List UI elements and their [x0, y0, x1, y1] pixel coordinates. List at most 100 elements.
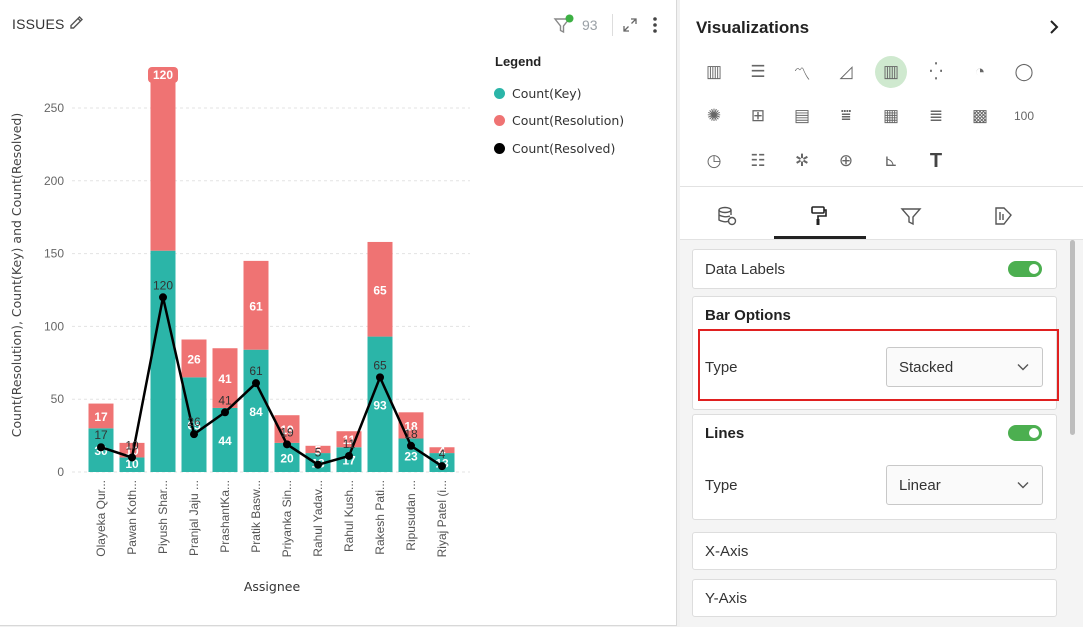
line-data-label: 19	[280, 425, 294, 439]
pie-chart-icon[interactable]: ◔	[964, 56, 996, 88]
divider	[680, 186, 1083, 187]
x-tick-label: Pawan Koth...	[125, 480, 139, 555]
y-tick-label: 200	[44, 174, 64, 188]
line-point	[159, 293, 167, 302]
line-data-label: 61	[249, 364, 263, 378]
panel-title: Visualizations	[696, 18, 810, 37]
funnel-list-icon[interactable]: ⩸	[830, 100, 862, 132]
settings-area: Data Labels Bar Options Type Stacked Lin…	[680, 240, 1083, 627]
database-icon	[718, 206, 737, 226]
chevron-down-icon	[1017, 482, 1029, 489]
line-point	[128, 453, 136, 462]
legend-label: Count(Resolution)	[512, 113, 625, 128]
line-type-label: Type	[705, 477, 738, 494]
network-icon[interactable]: ✲	[786, 145, 818, 177]
data-label-resolution: 61	[249, 299, 263, 313]
format-tab[interactable]	[774, 195, 864, 237]
line-type-select[interactable]: Linear	[886, 465, 1043, 505]
y-axis-label: Y-Axis	[705, 590, 747, 607]
y-tick-label: 100	[44, 319, 64, 333]
pencil-icon[interactable]	[68, 14, 86, 32]
legend-swatch	[494, 115, 505, 126]
line-chart-icon[interactable]: 〽	[786, 56, 818, 88]
legend-label: Count(Resolved)	[512, 141, 616, 156]
kpi-number-icon[interactable]: 100	[1008, 100, 1040, 132]
data-labels-label: Data Labels	[705, 261, 786, 278]
x-tick-label: Olayeka Qur...	[94, 480, 108, 557]
filter-tab[interactable]	[866, 195, 956, 237]
grid-tiles-icon[interactable]: ▩	[964, 100, 996, 132]
line-data-label: 26	[187, 415, 201, 429]
y-axis-card[interactable]: Y-Axis	[692, 579, 1057, 617]
bar-options-heading[interactable]: Bar Options	[705, 307, 791, 324]
bar-count-resolution	[150, 75, 176, 251]
y-tick-label: 250	[44, 101, 64, 115]
table-icon[interactable]: ▦	[875, 100, 907, 132]
visualizations-panel: Visualizations ▥ ☰ 〽 ◿ ▥ ⁛ ◔ ◯ ✺ ⊞ ▤ ⩸ ▦ ≣ ▩ 100 ◷ ☷ ✲ ⊕ ⊾ T …	[680, 0, 1083, 627]
x-axis-card[interactable]: X-Axis	[692, 532, 1057, 570]
heatmap-icon[interactable]: ☷	[742, 145, 774, 177]
x-tick-label: Pranjal Jaju ...	[187, 480, 201, 556]
filter-count: 93	[582, 17, 598, 33]
line-data-label: 5	[315, 446, 322, 460]
line-point	[407, 441, 415, 450]
filter-icon	[900, 208, 922, 226]
x-tick-label: Pratik Basw...	[249, 480, 263, 553]
header-divider	[612, 14, 613, 36]
detail-list-icon[interactable]: ≣	[920, 100, 952, 132]
more-vert-icon[interactable]	[648, 15, 662, 35]
donut-chart-icon[interactable]: ◯	[1008, 56, 1040, 88]
chart-panel: 0 50 100 150 200 250 Count(Resolution), Count(…	[0, 0, 677, 626]
data-labels-toggle[interactable]	[1008, 261, 1042, 277]
highlight-box	[698, 329, 1059, 401]
x-tick-label: Rahul Yadav...	[311, 480, 325, 557]
legend-item-resolved[interactable]: Count(Resolved)	[494, 141, 615, 156]
horizontal-bar-icon[interactable]: ☰	[742, 56, 774, 88]
y-tick-label: 150	[44, 247, 64, 261]
gauge-icon[interactable]: ◷	[698, 145, 730, 177]
line-data-label: 17	[94, 428, 108, 442]
y-tick-label: 50	[51, 392, 65, 406]
bar-chart-icon[interactable]: ▥	[698, 56, 730, 88]
data-label-key: 84	[249, 405, 263, 419]
map-icon[interactable]: ⊕	[830, 145, 862, 177]
line-point	[190, 430, 198, 439]
scatter-chart-icon[interactable]: ⁛	[920, 56, 952, 88]
sunburst-icon[interactable]: ✺	[698, 100, 730, 132]
y-tick-label: 0	[57, 465, 64, 479]
data-label-resolution: 26	[187, 352, 201, 366]
x-tick-label: Priyanka Sin...	[280, 480, 294, 557]
line-data-label: 18	[404, 427, 418, 441]
data-labels-card: Data Labels	[692, 249, 1057, 289]
combo-chart-icon[interactable]: ▥	[875, 56, 907, 88]
x-tick-label: PrashantKa...	[218, 480, 232, 553]
text-icon[interactable]: T	[920, 145, 952, 177]
x-axis-title: Assignee	[244, 579, 301, 594]
x-tick-label: Ripusudan ...	[404, 480, 418, 551]
pivot-table-icon[interactable]: ⊞	[742, 100, 774, 132]
legend-item-resolution[interactable]: Count(Resolution)	[494, 113, 624, 128]
filter-icon[interactable]	[553, 14, 575, 36]
area-chart-icon[interactable]: ◿	[830, 56, 862, 88]
line-point	[376, 373, 384, 382]
legend-item-key[interactable]: Count(Key)	[494, 86, 582, 101]
data-label-key: 44	[218, 434, 232, 448]
x-tick-label: Rakesh Pati...	[373, 480, 387, 555]
chevron-right-icon[interactable]	[1044, 17, 1064, 37]
data-label-key: 20	[280, 451, 294, 465]
card-icon[interactable]: ▤	[786, 100, 818, 132]
waterfall-icon[interactable]: ⊾	[875, 145, 907, 177]
y-axis-title: Count(Resolution), Count(Key) and Count(…	[9, 113, 24, 437]
data-label-resolution: 41	[218, 372, 232, 386]
lines-heading[interactable]: Lines	[705, 425, 744, 442]
lines-toggle[interactable]	[1008, 425, 1042, 441]
scrollbar[interactable]	[1070, 240, 1075, 435]
line-point	[252, 379, 260, 388]
line-data-label: 11	[343, 437, 356, 451]
data-tab[interactable]	[682, 195, 772, 237]
lines-card: Lines Type Linear	[692, 414, 1057, 520]
expand-icon[interactable]	[620, 15, 640, 35]
data-label-key: 93	[373, 398, 387, 412]
analytics-tab[interactable]	[958, 195, 1048, 237]
line-data-label: 120	[153, 278, 173, 292]
